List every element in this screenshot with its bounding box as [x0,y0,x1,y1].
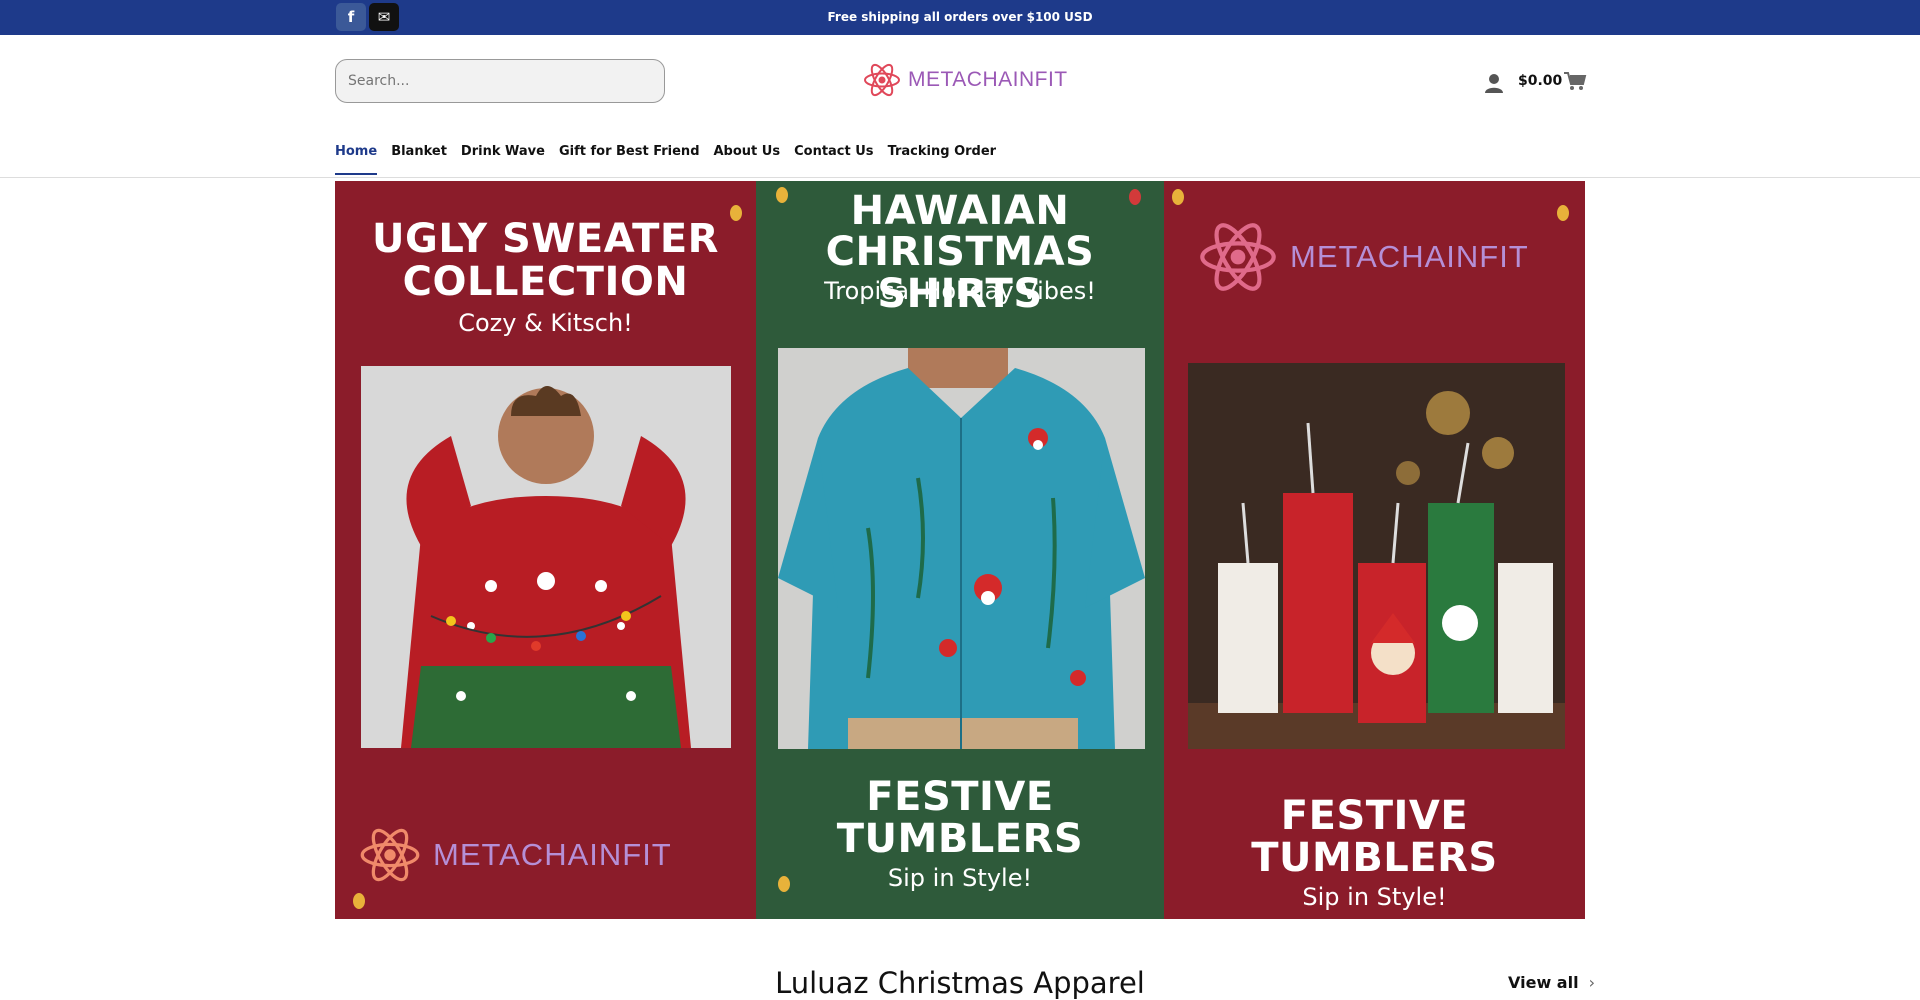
banner-subtitle: Cozy & Kitsch! [458,309,633,337]
cart-icon[interactable] [1563,69,1587,93]
nav-contact-us[interactable]: Contact Us [794,144,873,175]
account-icon[interactable] [1483,72,1505,94]
nav-home[interactable]: Home [335,144,378,175]
nav-about-us[interactable]: About Us [714,144,781,175]
site-header: METACHAINFIT $0.00 [0,35,1920,145]
nav-drink-wave[interactable]: Drink Wave [461,144,545,175]
banner-panel-tumblers[interactable]: METACHAINFIT FESTIVE TUMBLERS Sip in Sty… [1164,181,1585,919]
banner-logo-text: METACHAINFIT [1290,239,1529,274]
search-input[interactable] [335,59,665,103]
nav-gift-for-best-friend[interactable]: Gift for Best Friend [559,144,700,175]
banner-bottom-title-line2: TUMBLERS [1251,835,1498,881]
free-shipping-promo: Free shipping all orders over $100 USD [827,10,1093,24]
banner-bottom-title-line1: FESTIVE [866,774,1054,820]
hawaiian-shirt-photo [778,348,1145,749]
banner-bottom-subtitle: Sip in Style! [1302,883,1447,911]
banner-panel-hawaiian[interactable]: HAWAIAN CHRISTMAS SHIRTS Tropical Holida… [756,181,1164,919]
nav-blanket[interactable]: Blanket [391,144,447,175]
banner-logo-text: METACHAINFIT [433,837,672,872]
cart-total[interactable]: $0.00 [1518,73,1562,89]
banner-bottom-subtitle: Sip in Style! [887,864,1033,892]
banner-bottom-title-line1: FESTIVE [1280,793,1469,839]
banner-bottom-title-line2: TUMBLERS [836,816,1084,862]
banner-subtitle: Tropical Holiday Vibes! [824,277,1096,305]
banner-title-line1: UGLY SWEATER [372,216,719,262]
view-all-link[interactable]: View all › [1508,973,1595,992]
banner-logo-1: METACHAINFIT [357,824,672,886]
atom-logo-icon [360,828,420,882]
tumblers-photo [1188,363,1565,749]
banner-logo-2: METACHAINFIT [1196,217,1529,297]
view-all-label: View all [1508,973,1579,992]
main-nav: Home Blanket Drink Wave Gift for Best Fr… [0,135,1920,178]
sweater-photo [361,366,731,748]
nav-tracking-order[interactable]: Tracking Order [888,144,997,175]
logo-text: METACHAINFIT [908,68,1068,91]
atom-logo-icon [1200,223,1276,291]
banner-title-line2: COLLECTION [402,259,689,305]
top-bar: f ✉ Free shipping all orders over $100 U… [0,0,1920,35]
banner-panel-ugly-sweater[interactable]: UGLY SWEATER COLLECTION Cozy & Kitsch! M… [335,181,756,919]
atom-logo-icon [864,63,900,97]
hero-banner[interactable]: UGLY SWEATER COLLECTION Cozy & Kitsch! M… [335,181,1585,919]
section-title: Luluaz Christmas Apparel [775,966,1145,1000]
chevron-right-icon: › [1588,973,1595,992]
site-logo[interactable]: METACHAINFIT [862,61,1068,99]
banner-title-line1: HAWAIAN [850,188,1070,234]
